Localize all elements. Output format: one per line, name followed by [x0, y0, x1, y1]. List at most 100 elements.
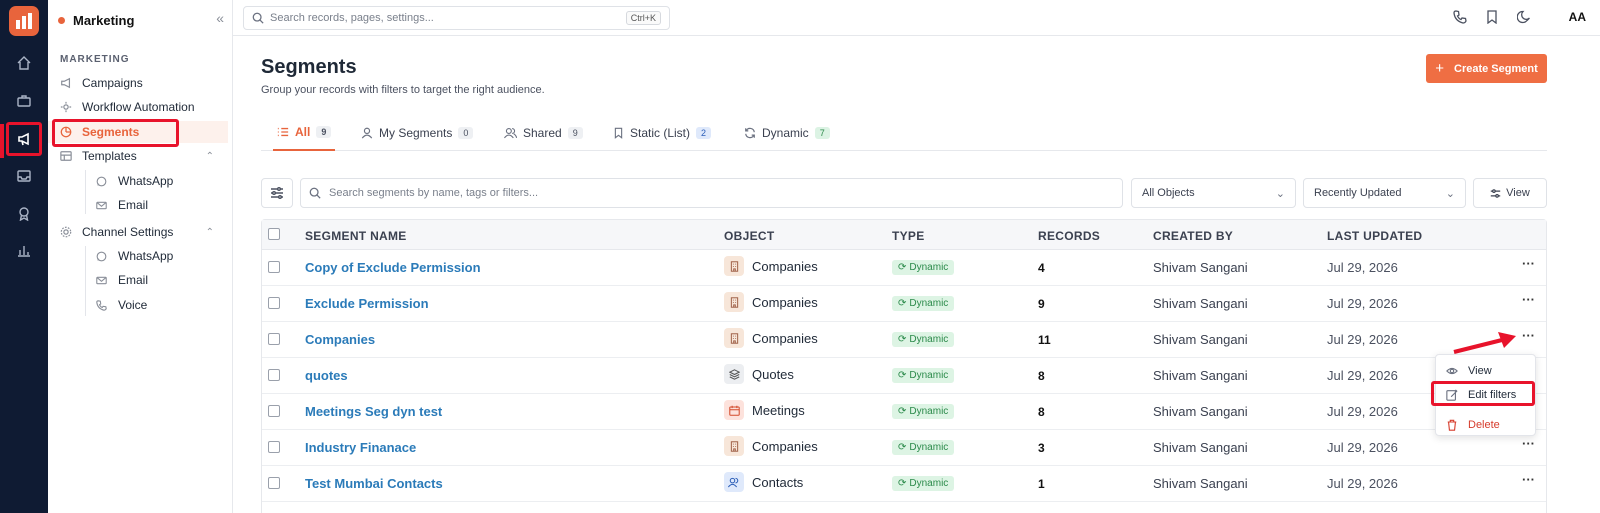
more-options-icon[interactable]: ···: [1522, 328, 1535, 343]
row-checkbox[interactable]: [268, 261, 280, 273]
object-cell: Contacts: [724, 472, 803, 492]
sidebar-subitem-templates-whatsapp[interactable]: WhatsApp: [96, 170, 173, 192]
row-checkbox[interactable]: [268, 477, 280, 489]
phone-icon[interactable]: [1453, 10, 1467, 24]
workspace-title: Marketing: [73, 12, 135, 28]
tab-all[interactable]: All 9: [273, 114, 336, 151]
type-badge: ⟳ Dynamic: [892, 260, 955, 275]
bookmark-icon[interactable]: [1485, 10, 1499, 24]
eye-icon: [1446, 365, 1464, 377]
more-options-icon[interactable]: ···: [1522, 292, 1535, 307]
sidebar-subitem-channel-voice[interactable]: Voice: [96, 294, 147, 316]
workspace-header[interactable]: Marketing «: [58, 10, 228, 30]
menu-item-delete[interactable]: Delete: [1446, 416, 1500, 434]
column-header-created-by[interactable]: CREATED BY: [1153, 229, 1233, 243]
award-icon[interactable]: [0, 196, 48, 232]
sort-select[interactable]: Recently Updated ⌄: [1303, 178, 1466, 208]
table-row[interactable]: Test Mumbai Contacts Contacts ⟳ Dynamic 1…: [262, 466, 1546, 502]
global-search-input[interactable]: Search records, pages, settings... Ctrl+…: [243, 6, 670, 30]
segment-name-link[interactable]: quotes: [305, 368, 348, 383]
more-options-icon[interactable]: ···: [1522, 436, 1535, 451]
highlight-box-segments: [52, 119, 179, 147]
search-icon: [252, 12, 264, 24]
create-segment-button[interactable]: + Create Segment: [1426, 54, 1547, 83]
column-header-type[interactable]: TYPE: [892, 229, 925, 243]
trash-icon: [1446, 419, 1464, 431]
chevron-up-icon[interactable]: ⌃: [206, 151, 214, 162]
tab-my-segments[interactable]: My Segments 0: [361, 114, 474, 151]
table-row[interactable]: Companies Companies ⟳ Dynamic 11 Shivam S…: [262, 322, 1546, 358]
refresh-icon: ⟳: [898, 370, 907, 381]
segment-name-link[interactable]: Meetings Seg dyn test: [305, 404, 442, 419]
segment-name-link[interactable]: Test Mumbai Contacts: [305, 476, 443, 491]
column-header-segment-name[interactable]: SEGMENT NAME: [305, 229, 407, 243]
row-checkbox[interactable]: [268, 369, 280, 381]
more-options-icon[interactable]: ···: [1522, 472, 1535, 487]
object-filter-select[interactable]: All Objects ⌄: [1131, 178, 1296, 208]
tab-static-list[interactable]: Static (List) 2: [613, 114, 712, 151]
segment-search-input[interactable]: Search segments by name, tags or filters…: [300, 178, 1123, 208]
select-all-checkbox[interactable]: [268, 228, 280, 240]
tab-dynamic[interactable]: Dynamic 7: [744, 114, 830, 151]
last-updated: Jul 29, 2026: [1327, 404, 1398, 419]
bar-chart-icon[interactable]: [0, 232, 48, 268]
table-row[interactable]: Meetings Seg dyn test Meetings ⟳ Dynamic …: [262, 394, 1546, 430]
app-logo-icon[interactable]: [9, 6, 39, 36]
calendar-icon: [724, 400, 744, 420]
column-header-last-updated[interactable]: LAST UPDATED: [1327, 229, 1422, 243]
sidebar-subitem-channel-whatsapp[interactable]: WhatsApp: [96, 245, 173, 267]
tab-count: 2: [696, 126, 712, 139]
column-header-records[interactable]: RECORDS: [1038, 229, 1100, 243]
sidebar-subitem-label: WhatsApp: [118, 174, 174, 188]
object-cell: Companies: [724, 328, 818, 348]
sidebar-subitem-label: Email: [118, 273, 149, 287]
page-title: Segments: [261, 56, 357, 78]
moon-icon[interactable]: [1517, 10, 1531, 24]
layers-icon: [724, 364, 744, 384]
view-options-button[interactable]: View: [1473, 178, 1547, 208]
segment-name-link[interactable]: Copy of Exclude Permission: [305, 260, 481, 275]
inbox-icon[interactable]: [0, 158, 48, 194]
segment-name-link[interactable]: Industry Finanace: [305, 440, 416, 455]
records-count: 9: [1038, 297, 1045, 311]
menu-item-view[interactable]: View: [1446, 362, 1492, 380]
column-header-object[interactable]: OBJECT: [724, 229, 774, 243]
chevron-up-icon[interactable]: ⌃: [206, 227, 214, 238]
sidebar-subitem-channel-email[interactable]: Email: [96, 269, 148, 291]
table-row[interactable]: quotes Quotes ⟳ Dynamic 8 Shivam Sangani …: [262, 358, 1546, 394]
created-by: Shivam Sangani: [1153, 404, 1248, 419]
records-count: 1: [1038, 477, 1045, 491]
last-updated: Jul 29, 2026: [1327, 332, 1398, 347]
created-by: Shivam Sangani: [1153, 332, 1248, 347]
refresh-icon: [744, 127, 756, 139]
sidebar-item-workflow-automation[interactable]: Workflow Automation: [60, 96, 228, 118]
sidebar-subitem-templates-email[interactable]: Email: [96, 194, 148, 216]
row-checkbox[interactable]: [268, 297, 280, 309]
sidebar-item-campaigns[interactable]: Campaigns: [60, 72, 228, 94]
rail-active-marker: [0, 124, 4, 158]
table-row[interactable]: Copy of Exclude Permission Companies ⟳ Dy…: [262, 250, 1546, 286]
font-size-toggle[interactable]: AA: [1569, 10, 1586, 24]
tab-label: Shared: [523, 125, 562, 140]
megaphone-icon[interactable]: [6, 122, 42, 156]
sidebar-item-channel-settings[interactable]: Channel Settings ⌃: [60, 221, 228, 243]
row-checkbox[interactable]: [268, 333, 280, 345]
whatsapp-icon: [96, 251, 114, 262]
table-row[interactable]: Exclude Permission Companies ⟳ Dynamic 9 …: [262, 286, 1546, 322]
filter-settings-button[interactable]: [261, 178, 293, 208]
home-icon[interactable]: [0, 45, 48, 81]
sidebar-item-templates[interactable]: Templates ⌃: [60, 145, 228, 167]
row-checkbox[interactable]: [268, 441, 280, 453]
segment-name-link[interactable]: Exclude Permission: [305, 296, 429, 311]
briefcase-icon[interactable]: [0, 83, 48, 119]
segment-name-link[interactable]: Companies: [305, 332, 375, 347]
tree-line: [85, 246, 86, 316]
row-checkbox[interactable]: [268, 405, 280, 417]
collapse-sidebar-icon[interactable]: «: [216, 10, 224, 26]
object-filter-value: All Objects: [1142, 187, 1195, 199]
app-root: Marketing « MARKETING Campaigns Workflow…: [0, 0, 1600, 513]
more-options-icon[interactable]: ···: [1522, 256, 1535, 271]
table-row[interactable]: Industry Finanace Companies ⟳ Dynamic 3 S…: [262, 430, 1546, 466]
tab-shared[interactable]: Shared 9: [504, 114, 583, 151]
segments-table: SEGMENT NAME OBJECT TYPE RECORDS CREATED…: [261, 219, 1547, 513]
